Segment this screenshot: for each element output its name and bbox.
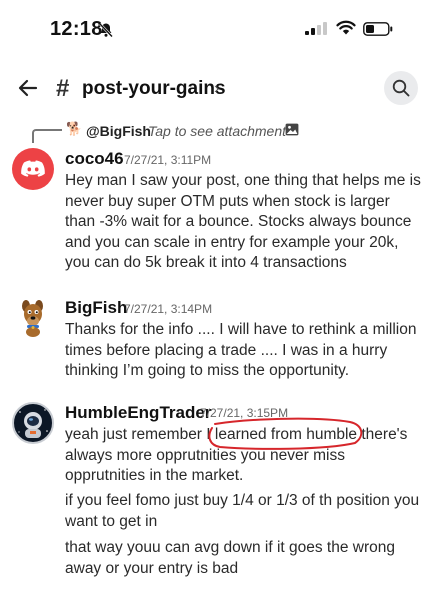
- message-author[interactable]: coco46: [65, 149, 124, 169]
- image-icon: [285, 123, 299, 136]
- status-time: 12:18: [50, 18, 103, 40]
- message-timestamp: 7/27/21, 3:11PM: [124, 153, 212, 167]
- avatar[interactable]: [12, 148, 54, 190]
- discord-logo-icon: [21, 160, 45, 177]
- bell-slash-icon: [99, 23, 113, 38]
- status-bar: 12:18: [0, 0, 433, 58]
- avatar[interactable]: [12, 402, 54, 444]
- chevron-right-icon[interactable]: ›: [214, 80, 219, 98]
- message-author[interactable]: HumbleEngTrader: [65, 403, 211, 423]
- channel-header: # post-your-gains ›: [0, 66, 433, 114]
- search-button[interactable]: [384, 71, 418, 105]
- reply-avatar: 🐕: [66, 121, 83, 136]
- wifi-icon: [336, 20, 356, 35]
- message-text: Thanks for the info .... I will have to …: [65, 321, 417, 379]
- annotation-circle: [208, 417, 363, 450]
- reply-connector: [32, 129, 62, 143]
- back-arrow-icon[interactable]: [16, 76, 40, 100]
- reply-reference[interactable]: 🐕 @BigFish Tap to see attachment: [0, 121, 433, 143]
- signal-icon: [305, 22, 327, 35]
- message-text: Hey man I saw your post, one thing that …: [65, 172, 421, 271]
- battery-icon: [363, 22, 393, 36]
- reply-attachment-hint[interactable]: Tap to see attachment: [148, 123, 286, 139]
- astronaut-avatar-icon: [18, 409, 48, 438]
- avatar[interactable]: [12, 297, 54, 339]
- message-text: that way youu can avg down if it goes th…: [65, 539, 396, 577]
- channel-hash-icon: #: [56, 75, 70, 102]
- message-timestamp: 7/27/21, 3:14PM: [124, 302, 213, 316]
- channel-name[interactable]: post-your-gains: [82, 78, 226, 100]
- message-author[interactable]: BigFish: [65, 298, 127, 318]
- dog-avatar-icon: [22, 300, 43, 337]
- message-text: if you feel fomo just buy 1/4 or 1/3 of …: [65, 492, 420, 530]
- message-bigfish: BigFish 7/27/21, 3:14PM Thanks for the i…: [0, 295, 433, 385]
- search-icon: [392, 79, 410, 97]
- message-coco46: coco46 7/27/21, 3:11PM Hey man I saw you…: [0, 146, 433, 276]
- reply-author[interactable]: @BigFish: [86, 123, 151, 139]
